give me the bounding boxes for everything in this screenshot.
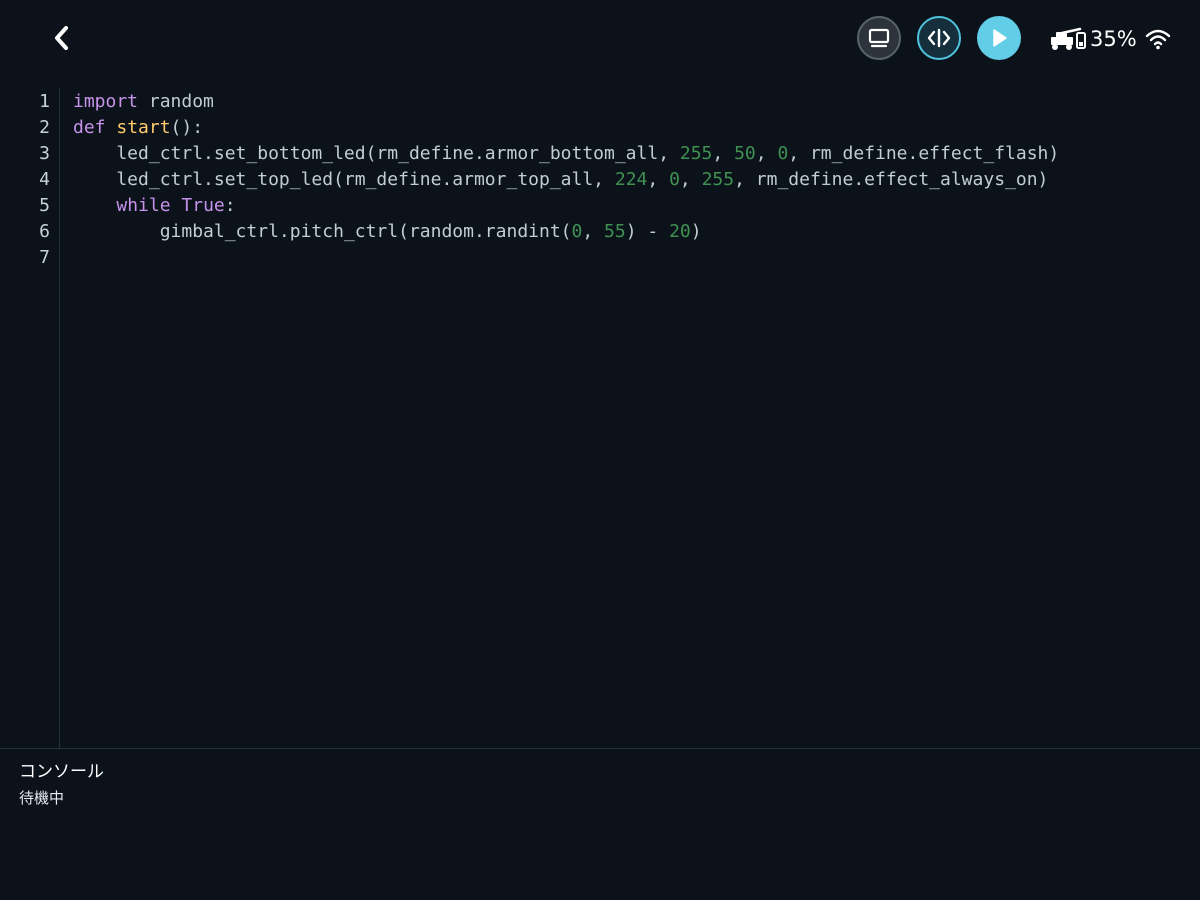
code-token: 255 bbox=[679, 143, 713, 164]
code-token: led_ctrl.set_top_led(rm_define.armor_top… bbox=[73, 169, 615, 190]
wifi-icon bbox=[1145, 29, 1170, 50]
chevron-left-icon bbox=[55, 26, 68, 50]
code-token: random bbox=[138, 91, 214, 112]
robot-icon bbox=[1051, 27, 1086, 50]
code-token: import bbox=[73, 91, 139, 112]
line-number: 6 bbox=[39, 221, 50, 242]
line-number: 7 bbox=[39, 247, 50, 268]
line-number: 1 bbox=[39, 91, 50, 112]
line-number: 2 bbox=[39, 117, 50, 138]
code-token: 0 bbox=[777, 143, 789, 164]
code-token: : bbox=[224, 195, 236, 216]
code-token: start bbox=[116, 117, 171, 138]
code-icon bbox=[927, 28, 951, 48]
code-token: , rm_define.effect_flash) bbox=[788, 143, 1060, 164]
line-number: 5 bbox=[39, 195, 50, 216]
code-token: led_ctrl.set_bottom_led(rm_define.armor_… bbox=[73, 143, 680, 164]
code-token: , bbox=[712, 143, 735, 164]
console-status: 待機中 bbox=[19, 789, 65, 807]
code-token: 55 bbox=[604, 221, 626, 242]
code-token: 0 bbox=[571, 221, 583, 242]
line-number: 4 bbox=[39, 169, 50, 190]
code-token: , bbox=[582, 221, 605, 242]
top-bar: 35% bbox=[0, 0, 1200, 78]
code-line[interactable]: while True: bbox=[73, 193, 236, 219]
monitor-icon bbox=[868, 28, 890, 48]
console-title: コンソール bbox=[19, 762, 104, 782]
code-token: 0 bbox=[669, 169, 680, 190]
code-token: while bbox=[116, 195, 171, 216]
code-token: def bbox=[73, 117, 106, 138]
console-panel: コンソール 待機中 bbox=[0, 748, 1200, 900]
back-button[interactable] bbox=[46, 22, 78, 54]
code-token: 50 bbox=[734, 143, 756, 164]
code-token: , bbox=[647, 169, 670, 190]
code-line[interactable]: gimbal_ctrl.pitch_ctrl(random.randint(0,… bbox=[73, 219, 702, 245]
code-token: 224 bbox=[614, 169, 648, 190]
code-line[interactable]: def start(): bbox=[73, 115, 203, 141]
monitor-button[interactable] bbox=[857, 16, 901, 60]
battery-percentage: 35% bbox=[1090, 27, 1137, 51]
code-token: , rm_define.effect_always_on) bbox=[734, 169, 1049, 190]
code-token: True bbox=[181, 195, 225, 216]
code-token: ) - bbox=[625, 221, 670, 242]
code-token: 20 bbox=[669, 221, 691, 242]
run-button[interactable] bbox=[977, 16, 1021, 60]
play-icon bbox=[993, 29, 1007, 47]
code-token: , bbox=[679, 169, 702, 190]
code-token: , bbox=[755, 143, 778, 164]
status-area: 35% bbox=[1050, 22, 1171, 56]
code-line[interactable]: import random bbox=[73, 89, 214, 115]
code-token: gimbal_ctrl.pitch_ctrl(random.randint( bbox=[73, 221, 572, 242]
code-token: ) bbox=[690, 221, 702, 242]
code-token: (): bbox=[170, 117, 204, 138]
line-number: 3 bbox=[39, 143, 50, 164]
code-editor[interactable]: 1234567 import random def start(): led_ct… bbox=[0, 88, 1200, 748]
code-line[interactable]: led_ctrl.set_top_led(rm_define.armor_top… bbox=[73, 167, 1048, 193]
line-number-gutter: 1 2 3 4 5 6 7 bbox=[0, 88, 60, 748]
code-view-button[interactable] bbox=[917, 16, 961, 60]
code-token: 255 bbox=[701, 169, 735, 190]
code-line[interactable]: led_ctrl.set_bottom_led(rm_define.armor_… bbox=[73, 141, 1059, 167]
